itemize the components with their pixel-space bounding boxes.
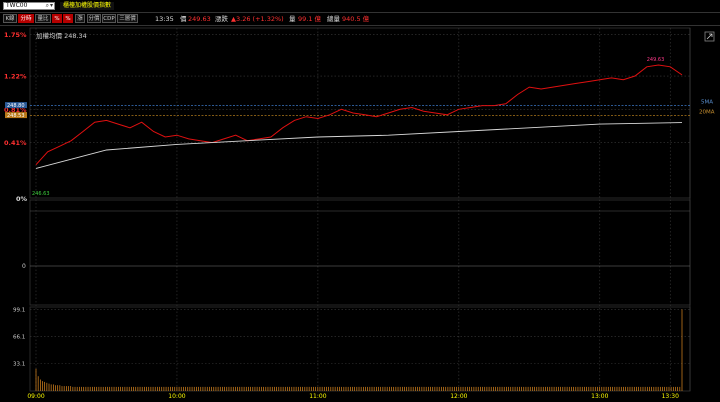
- x-tick-label: 12:00: [450, 393, 467, 400]
- intraday-chart[interactable]: 1.75%1.22%0.81%0.41%246.63248.80248.535M…: [0, 0, 720, 402]
- expand-icon[interactable]: [704, 31, 715, 42]
- x-tick-label: 13:30: [662, 393, 679, 400]
- ma20-name-label: 20MA: [699, 110, 715, 116]
- pane-frame: [29, 27, 691, 199]
- mid-pane: 0% 0: [16, 195, 690, 270]
- pane-frame: [29, 306, 691, 392]
- price-y-tick-label: 0.41%: [4, 139, 27, 147]
- mid-pane-label-percent: 0%: [16, 195, 28, 203]
- last-price-label: 249.63: [647, 57, 665, 63]
- price-series-line: [35, 64, 683, 166]
- x-tick-label: 13:00: [591, 393, 608, 400]
- sma-name-label: 5MA: [701, 100, 713, 106]
- price-pane: 1.75%1.22%0.81%0.41%246.63248.80248.535M…: [4, 31, 715, 197]
- pane-frame: [29, 199, 691, 306]
- x-axis: 09:00 10:00 11:00 12:00 13:00 13:30: [27, 393, 679, 400]
- mid-pane-label-zero: 0: [22, 263, 26, 270]
- ma20-value-label: 248.53: [7, 113, 25, 119]
- x-tick-label: 09:00: [27, 393, 44, 400]
- sma-value-label: 248.80: [7, 103, 25, 109]
- volume-y-tick-label: 99.1: [13, 307, 25, 313]
- reference-price-label: 246.63: [32, 191, 50, 197]
- x-tick-label: 10:00: [168, 393, 185, 400]
- x-tick-label: 11:00: [309, 393, 326, 400]
- volume-pane: 99.1 66.1 33.1: [13, 307, 690, 391]
- avg-price-series-line: [35, 122, 683, 169]
- volume-y-tick-label: 66.1: [13, 335, 25, 341]
- volume-y-tick-label: 33.1: [13, 362, 25, 368]
- price-y-tick-label: 1.75%: [4, 31, 27, 39]
- price-y-tick-label: 1.22%: [4, 73, 27, 81]
- avg-price-annotation: 加權均價 248.34: [36, 31, 87, 40]
